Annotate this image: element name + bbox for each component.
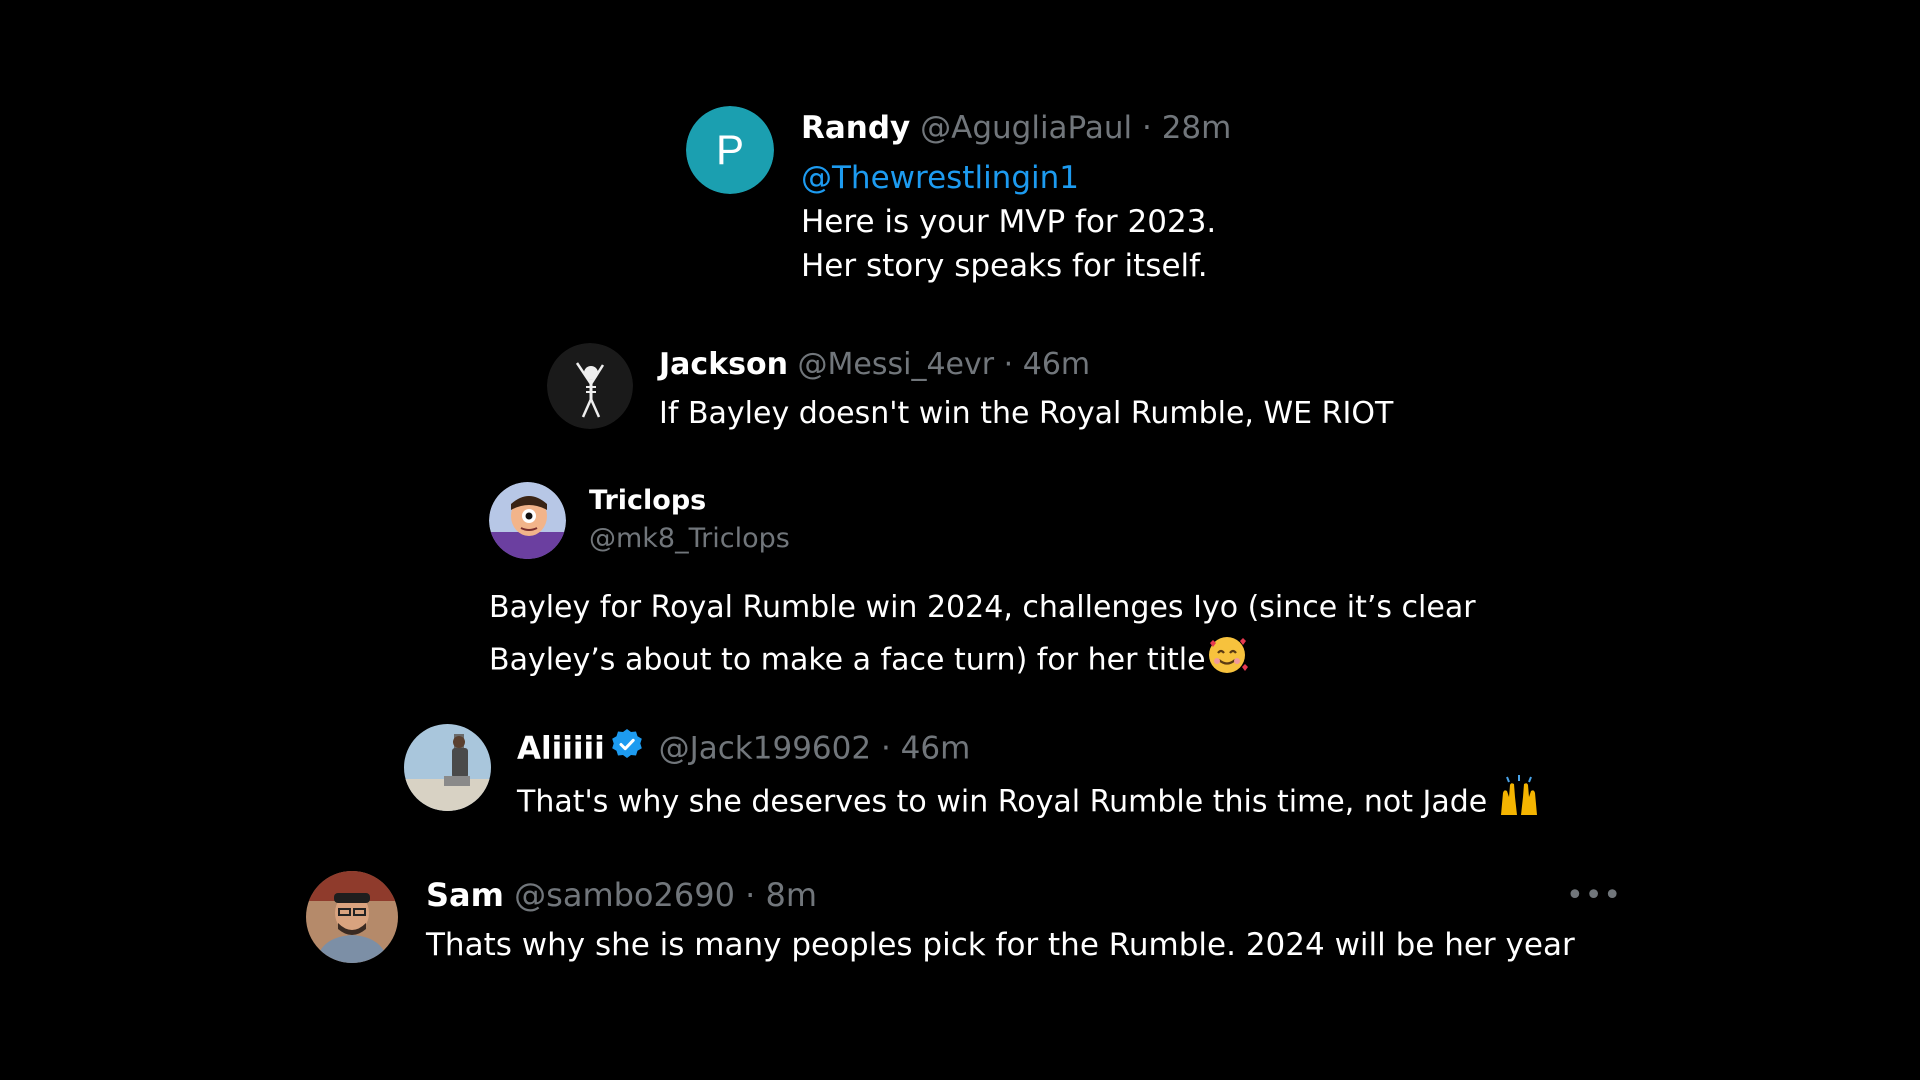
tweet-text-line: That's why she deserves to win Royal Rum… [517,775,1541,827]
handle[interactable]: @sambo2690 [514,876,735,914]
avatar[interactable] [489,482,566,559]
handle[interactable]: @mk8_Triclops [589,525,790,552]
display-name[interactable]: Jackson [659,347,788,382]
handle[interactable]: @AgugliaPaul [920,110,1132,146]
separator: · [880,730,891,767]
separator: · [1141,110,1152,146]
more-options-icon[interactable]: ••• [1566,881,1622,911]
tweet-collage: P Randy @AgugliaPaul · 28m @Thewrestling… [0,0,1920,1080]
tweet-header: Jackson @Messi_4evr · 46m [659,350,1090,380]
tweet-text-line: Her story speaks for itself. [801,248,1208,284]
tweet-header: Randy @AgugliaPaul · 28m [801,113,1231,144]
avatar[interactable] [404,724,491,811]
tweet-text-line: Bayley’s about to make a face turn) for … [489,637,1248,685]
mention-link[interactable]: @Thewrestlingin1 [801,163,1079,194]
timestamp[interactable]: 8m [765,876,817,914]
timestamp[interactable]: 46m [1023,347,1090,382]
timestamp[interactable]: 46m [901,731,971,767]
smiling-face-with-hearts-icon [1206,633,1248,681]
verified-badge-icon [611,728,643,766]
display-name[interactable]: Triclops [589,485,706,516]
tweet-text-segment: Bayley’s about to make a face turn) for … [489,642,1206,678]
tweet-text-line: Bayley for Royal Rumble win 2024, challe… [489,590,1476,625]
tweet-header: Aliiiii @Jack199602 · 46m [517,728,971,769]
separator: · [745,876,756,914]
tweet-text-line: Thats why she is many peoples pick for t… [426,927,1575,963]
tweet-header: Triclops [589,487,706,514]
separator: · [1003,347,1014,382]
tweet-text-line: Here is your MVP for 2023. [801,204,1217,240]
avatar-letter: P [716,126,744,173]
display-name[interactable]: Randy [801,110,910,146]
handle[interactable]: @Messi_4evr [798,347,995,382]
display-name[interactable]: Aliiiii [517,731,605,767]
avatar[interactable] [306,871,398,963]
avatar[interactable] [547,343,633,429]
timestamp[interactable]: 28m [1162,110,1232,146]
tweet-text-segment: That's why she deserves to win Royal Rum… [517,784,1488,820]
tweet-header: Sam @sambo2690 · 8m [426,879,817,911]
raising-hands-icon [1497,775,1541,823]
tweet-text-line: If Bayley doesn't win the Royal Rumble, … [659,396,1394,431]
display-name[interactable]: Sam [426,876,504,914]
handle[interactable]: @Jack199602 [659,731,871,767]
avatar[interactable]: P [686,106,774,194]
